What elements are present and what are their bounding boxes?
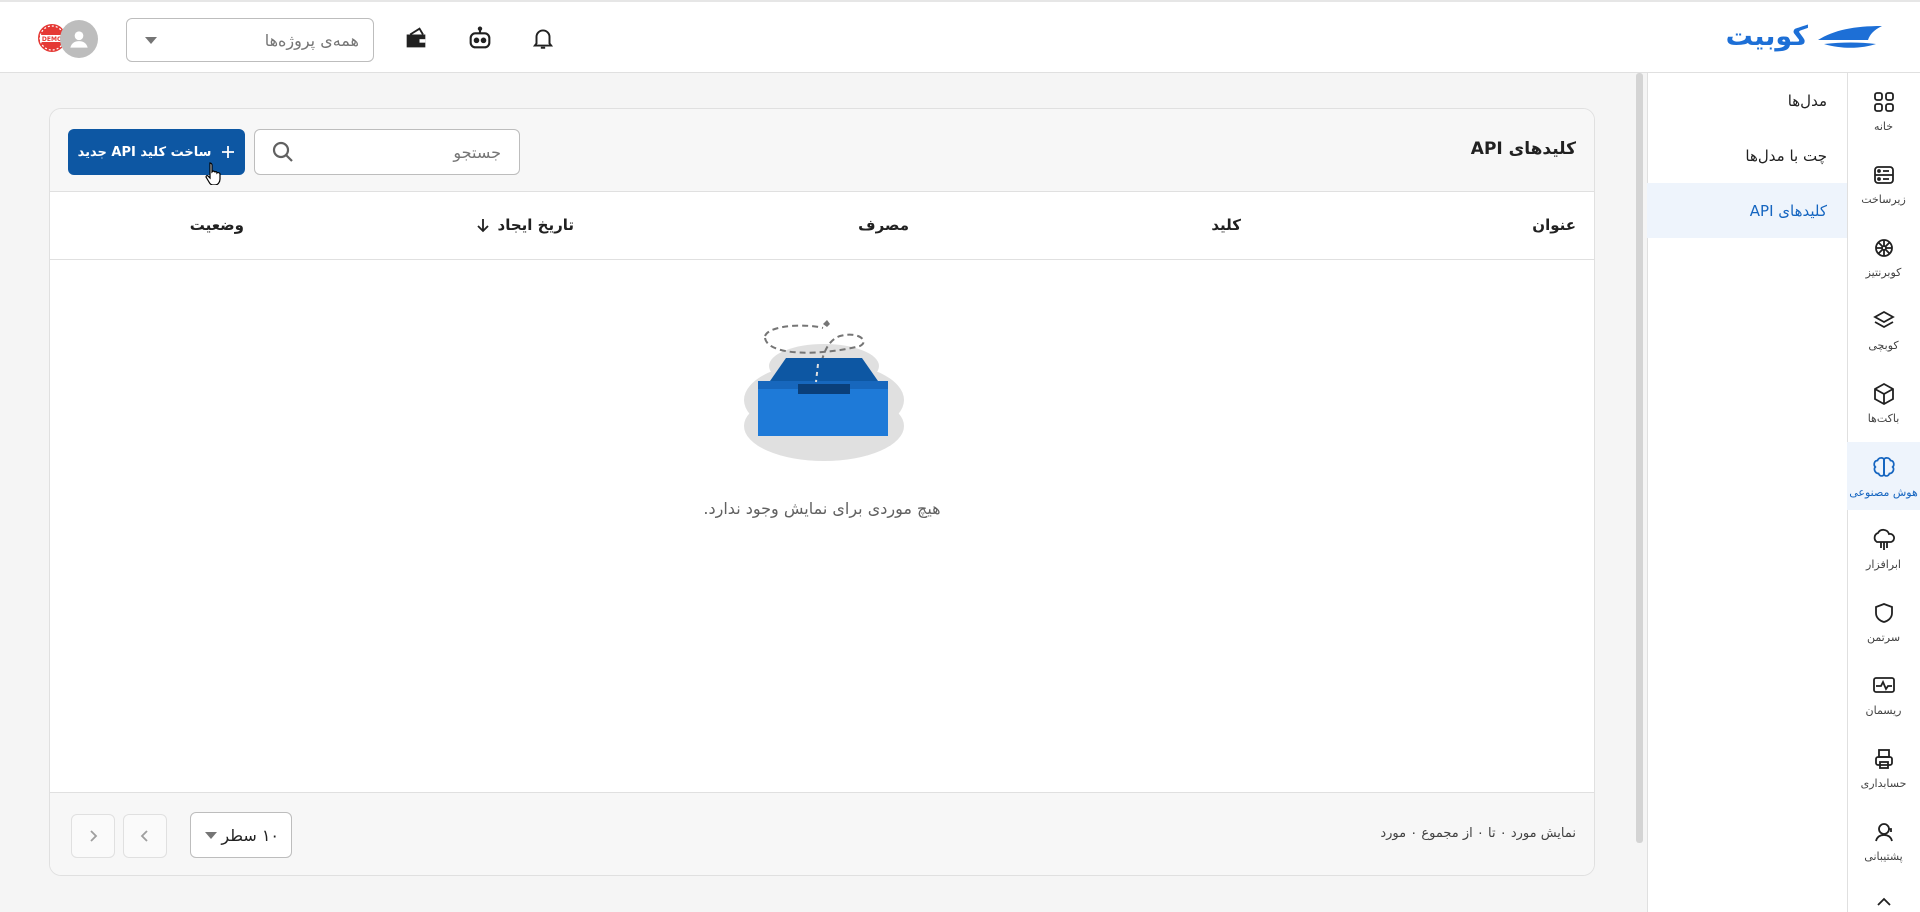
kubernetes-icon <box>1874 238 1893 257</box>
previous-page-button[interactable] <box>71 814 115 858</box>
sort-arrow-down-icon[interactable] <box>476 217 490 233</box>
support-icon <box>1874 822 1893 841</box>
empty-box-icon <box>744 320 904 461</box>
chevron-down-icon <box>205 831 217 839</box>
empty-message: هیچ موردی برای نمایش وجود ندارد. <box>703 499 941 518</box>
page-title: کلیدهای API <box>1470 139 1576 159</box>
rail-item-sertman[interactable]: سرتمن <box>1847 588 1920 656</box>
next-page-button[interactable] <box>123 814 167 858</box>
cloud-app-icon <box>1873 528 1895 550</box>
column-header-key[interactable]: کلید <box>1211 216 1241 234</box>
scrollbar[interactable] <box>1636 73 1643 843</box>
subnav-item-label: مدل‌ها <box>1787 91 1827 110</box>
empty-state: هیچ موردی برای نمایش وجود ندارد. <box>50 260 1594 792</box>
rail-item-buckets[interactable]: باکت‌ها <box>1847 369 1920 437</box>
rows-per-page-value: ۱۰ سطر <box>221 825 279 845</box>
rail-item-accounting[interactable]: حسابداری <box>1847 734 1920 802</box>
subnav-item-label: کلیدهای API <box>1749 201 1827 220</box>
printer-icon <box>1874 748 1893 769</box>
chevron-left-icon <box>140 830 148 842</box>
home-grid-icon <box>1873 91 1894 112</box>
robot-assistant-icon[interactable] <box>464 22 496 54</box>
search-input[interactable]: جستجو <box>254 129 520 175</box>
server-icon <box>1873 165 1894 184</box>
rail-item-label: کوبرنتیز <box>1865 265 1902 279</box>
avatar[interactable] <box>60 20 98 58</box>
subnav-item-chat[interactable]: چت با مدل‌ها <box>1647 128 1847 183</box>
create-api-key-label: ساخت کلید API جدید <box>77 144 212 160</box>
box-icon <box>1873 382 1894 405</box>
top-bar: کوبیت همه‌ی پروژه‌ها DEMO <box>0 0 1920 73</box>
rail-item-label: حسابداری <box>1860 776 1907 790</box>
chevron-down-icon <box>145 36 157 44</box>
layers-icon <box>1872 310 1895 328</box>
search-placeholder: جستجو <box>453 142 501 162</box>
rail-item-label: خانه <box>1873 119 1894 133</box>
icon-rail: خانه زیرساخت کوبرنتیز کوبچی باکت‌ها هوش … <box>1847 73 1920 912</box>
hand-cursor-icon <box>205 162 221 185</box>
rail-item-home[interactable]: خانه <box>1847 77 1920 145</box>
chevron-right-icon <box>90 830 98 842</box>
pagination-info: نمایش مورد ۰ تا ۰ از مجموع ۰ مورد <box>1380 826 1576 841</box>
column-header-created-date[interactable]: تاریخ ایجاد <box>476 216 574 234</box>
rail-item-risman[interactable]: ریسمان <box>1847 661 1920 729</box>
sub-navigation: مدل‌ها چت با مدل‌ها کلیدهای API <box>1647 73 1847 912</box>
brand-name: کوبیت <box>1725 20 1809 52</box>
rail-item-label: باکت‌ها <box>1867 411 1900 425</box>
brain-icon <box>1872 456 1895 477</box>
card-footer: نمایش مورد ۰ تا ۰ از مجموع ۰ مورد ۱۰ سطر <box>50 792 1594 875</box>
rail-item-label: زیرساخت <box>1861 192 1906 206</box>
rail-item-kubchi[interactable]: کوبچی <box>1847 296 1920 364</box>
rail-item-ai[interactable]: هوش مصنوعی <box>1847 442 1920 510</box>
rail-item-label: هوش مصنوعی <box>1849 485 1918 499</box>
user-menu[interactable]: DEMO <box>36 20 102 58</box>
card-header: کلیدهای API جستجو ساخت کلید API جدید <box>50 109 1594 192</box>
rows-per-page-select[interactable]: ۱۰ سطر <box>190 812 292 858</box>
rail-item-label: ریسمان <box>1865 703 1902 717</box>
rail-item-label: سرتمن <box>1866 630 1901 644</box>
project-select-placeholder: همه‌ی پروژه‌ها <box>264 30 359 50</box>
rail-item-label: پشتیبانی <box>1864 849 1903 863</box>
rail-item-label: کوبچی <box>1868 338 1899 352</box>
subnav-item-api-keys[interactable]: کلیدهای API <box>1647 183 1847 238</box>
rail-item-support[interactable]: پشتیبانی <box>1847 807 1920 875</box>
api-keys-card: کلیدهای API جستجو ساخت کلید API جدید عنو… <box>49 108 1595 876</box>
column-header-usage[interactable]: مصرف <box>858 216 909 234</box>
chevron-up-icon[interactable] <box>1875 895 1893 909</box>
subnav-item-label: چت با مدل‌ها <box>1745 146 1827 165</box>
monitor-pulse-icon <box>1872 676 1895 693</box>
project-select[interactable]: همه‌ی پروژه‌ها <box>126 18 374 62</box>
column-header-status[interactable]: وضعیت <box>190 216 244 234</box>
table-header-row: عنوان کلید مصرف تاریخ ایجاد وضعیت <box>50 192 1594 260</box>
brand-logo[interactable]: کوبیت <box>1726 20 1886 52</box>
plus-icon <box>222 146 235 158</box>
rail-item-label: ابرافزار <box>1866 557 1901 571</box>
notifications-bell-icon[interactable] <box>527 22 559 54</box>
wallet-icon[interactable] <box>400 22 432 54</box>
ship-logo-icon <box>1818 26 1882 48</box>
shield-icon <box>1874 602 1893 623</box>
subnav-item-models[interactable]: مدل‌ها <box>1647 73 1847 128</box>
rail-item-cloud-app[interactable]: ابرافزار <box>1847 515 1920 583</box>
rail-item-infrastructure[interactable]: زیرساخت <box>1847 150 1920 218</box>
rail-item-kubernetes[interactable]: کوبرنتیز <box>1847 223 1920 291</box>
search-icon[interactable] <box>271 140 295 164</box>
column-header-title[interactable]: عنوان <box>1532 216 1576 234</box>
